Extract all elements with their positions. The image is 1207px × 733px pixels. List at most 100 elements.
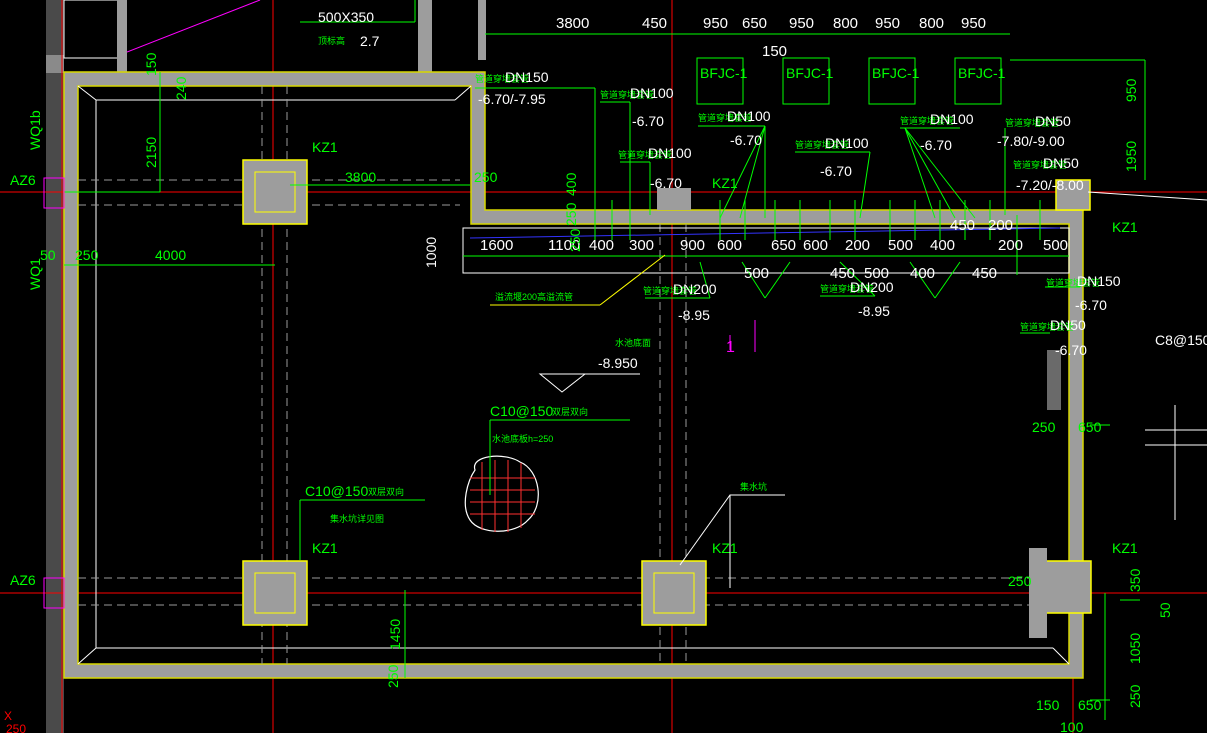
pipe-size-6: DN100 [930, 111, 974, 127]
step-dim-650: 650 [771, 237, 796, 254]
bfjc-label-1: BFJC-1 [700, 65, 748, 81]
upper-wall-b [418, 0, 432, 72]
left-wall-band [46, 0, 64, 733]
side-dim-100: 100 [1060, 719, 1084, 733]
left-wall-block [46, 55, 64, 73]
pipe-elev-8: -7.20/-8.00 [1016, 177, 1084, 193]
pipe-elev-2: -6.70 [632, 113, 664, 129]
beam-elev: 2.7 [360, 33, 380, 49]
column-label-5: KZ1 [1112, 219, 1138, 235]
step-dim-400-c: 400 [910, 265, 935, 282]
pipe-elev-9: -8.95 [678, 307, 710, 323]
bottom-dim-1450: 1450 [387, 619, 403, 650]
step-dim-250-b: 250 [567, 228, 583, 252]
pipe-size-5: DN100 [825, 135, 869, 151]
step-dim-600-b: 600 [803, 237, 828, 254]
pipe-elev-11: -6.70 [1075, 297, 1107, 313]
step-dim-450-b: 450 [830, 265, 855, 282]
column-kz1-f [657, 188, 691, 210]
top-dim-1: 450 [642, 15, 667, 32]
step-dim-200-b: 200 [998, 237, 1023, 254]
pipe-size-9: DN200 [673, 281, 717, 297]
top-dim-5: 800 [833, 15, 858, 32]
top-dim-2: 950 [703, 15, 728, 32]
top-dim-7: 800 [919, 15, 944, 32]
step-dim-450-a: 450 [950, 217, 975, 234]
top-dim-0: 3800 [556, 15, 589, 32]
pipe-elev-5: -6.70 [820, 163, 852, 179]
step-dim-500-b: 500 [1043, 237, 1068, 254]
top-dim-8: 950 [961, 15, 986, 32]
elevation-symbol [538, 373, 587, 393]
side-dim-50: 50 [1157, 602, 1173, 618]
column-kz1-d [1042, 560, 1092, 614]
step-dim-1000: 1000 [423, 237, 439, 268]
step-dim-200-a: 200 [845, 237, 870, 254]
bottom-dim-250: 250 [385, 664, 401, 688]
column-label-3: KZ1 [712, 540, 738, 556]
top-dim-4: 950 [789, 15, 814, 32]
upper-wall-a [117, 0, 127, 72]
step-dim-400-b: 400 [930, 237, 955, 254]
step-dim-500-c: 500 [744, 265, 769, 282]
column-kz1-b [242, 560, 308, 626]
column-label-6: KZ1 [712, 175, 738, 191]
left-dim-2150: 2150 [143, 137, 159, 168]
axis-label-az6-top: AZ6 [10, 172, 36, 188]
column-kz1-a [242, 159, 308, 225]
drain-note: 集水坑 [740, 481, 767, 492]
column-kz1-c [641, 560, 707, 626]
cad-drawing: 500X350 顶标高 2.7 3800 450 950 650 950 800… [0, 0, 1207, 733]
pipe-size-4: DN100 [727, 108, 771, 124]
pipe-size-2: DN100 [630, 85, 674, 101]
step-dim-400: 400 [589, 237, 614, 254]
top-dim-150: 150 [762, 43, 787, 60]
axis-label-wq1b: WQ1b [27, 110, 43, 150]
column-label-4: KZ1 [1112, 540, 1138, 556]
pipe-size-1: DN150 [505, 69, 549, 85]
slab-rebar: C10@150 [490, 403, 553, 419]
bfjc-label-3: BFJC-1 [872, 65, 920, 81]
pit-note: 集水坑详见图 [330, 513, 384, 524]
tank-wall [63, 71, 1084, 679]
upper-wall-c [478, 0, 486, 60]
slab-elev-note: 水池底面 [615, 337, 651, 348]
pipe-size-7: DN50 [1035, 113, 1071, 129]
slab-elev: -8.950 [598, 355, 638, 371]
beam-note: 顶标高 [318, 35, 345, 46]
step-dim-500-d: 500 [864, 265, 889, 282]
side-dim-150: 150 [1036, 697, 1060, 713]
pipe-size-8: DN50 [1043, 155, 1079, 171]
axis-label-az6-bottom: AZ6 [10, 572, 36, 588]
right-wall-opening [1047, 350, 1061, 410]
left-dim-250-a: 250 [474, 169, 498, 185]
step-dim-400-d: 400 [563, 172, 579, 196]
pipe-elev-3: -6.70 [650, 175, 682, 191]
sump-pit [464, 455, 539, 532]
right-wall-fragment [1029, 548, 1047, 638]
beam-size: 500X350 [318, 9, 374, 25]
bfjc-label-4: BFJC-1 [958, 65, 1006, 81]
left-dim-50: 50 [40, 247, 56, 263]
step-dim-600-a: 600 [717, 237, 742, 254]
side-dim-1950: 1950 [1123, 141, 1139, 172]
pipe-elev-1: -6.70/-7.95 [478, 91, 546, 107]
pipe-elev-12: -6.70 [1055, 342, 1087, 358]
step-dim-500-a: 500 [888, 237, 913, 254]
coord-value: 250 [6, 722, 26, 733]
step-dim-1600: 1600 [480, 237, 513, 254]
bfjc-label-2: BFJC-1 [786, 65, 834, 81]
step-dim-250: 250 [563, 202, 579, 226]
sump-rebar [470, 460, 535, 532]
coord-x: X [4, 709, 12, 723]
slab-thick-note: 水池底板h=250 [492, 433, 553, 444]
step-dim-900: 900 [680, 237, 705, 254]
pipe-elev-6: -6.70 [920, 137, 952, 153]
pit-rebar-note: 双层双向 [368, 486, 404, 497]
side-dim-250-b: 250 [1008, 573, 1032, 589]
right-rebar: C8@150 [1155, 332, 1207, 348]
pipe-size-11: DN150 [1077, 273, 1121, 289]
top-dim-6: 950 [875, 15, 900, 32]
side-dim-1050: 1050 [1127, 633, 1143, 664]
side-dim-650-a: 650 [1078, 419, 1102, 435]
